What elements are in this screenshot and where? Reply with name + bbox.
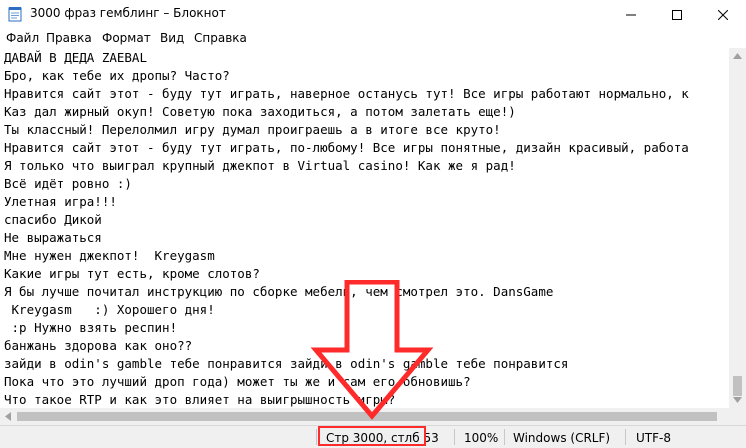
text-line: Мне нужен джекпот! Kreygasm (4, 248, 215, 263)
text-line: Ты классный! Перелолмил игру думал проиг… (4, 122, 501, 137)
scroll-left-arrow-icon[interactable] (5, 412, 11, 421)
text-line: Не выражаться (4, 230, 102, 245)
zoom-level: 100% (464, 431, 499, 445)
text-line: спасибо Дикой (4, 212, 102, 227)
status-separator (625, 429, 626, 445)
scrollbar-corner (729, 408, 746, 425)
text-line: Пока что это лучший дроп года) может ты … (4, 374, 471, 389)
text-editor[interactable]: ДАВАЙ В ДЕДА ZAEBAL Бро, как тебе их дро… (0, 48, 729, 408)
menu-help[interactable]: Справка (194, 31, 247, 45)
text-line: Нравится сайт этот - буду тут играть, по… (4, 140, 689, 155)
menu-edit[interactable]: Правка (46, 31, 92, 45)
window-title: 3000 фраз гемблинг – Блокнот (30, 6, 226, 20)
line-endings: Windows (CRLF) (513, 431, 611, 445)
text-line: ДАВАЙ В ДЕДА ZAEBAL (4, 50, 147, 65)
minimize-icon (626, 14, 636, 15)
menu-view[interactable]: Вид (160, 31, 184, 45)
text-line: Бро, как тебе их дропы? Часто? (4, 68, 230, 83)
encoding: UTF-8 (636, 431, 671, 445)
status-separator (454, 429, 455, 445)
text-line: Всё идёт ровно :) (4, 176, 132, 191)
horizontal-scrollbar[interactable] (0, 408, 729, 425)
text-line: :р Нужно взять респин! (4, 320, 178, 335)
menu-file[interactable]: Файл (6, 31, 39, 45)
minimize-button[interactable] (608, 0, 654, 29)
vertical-scroll-thumb[interactable] (733, 376, 742, 396)
text-line: Что такое RTP и как это влияет на выигры… (4, 392, 396, 407)
title-bar: 3000 фраз гемблинг – Блокнот (0, 0, 746, 29)
maximize-icon (672, 9, 682, 20)
text-line: банжань здорова как оно?? (4, 338, 193, 353)
menu-bar: Файл Правка Формат Вид Справка (0, 29, 746, 48)
text-line: Каз дал жирный окуп! Советую пока заходи… (4, 104, 516, 119)
horizontal-scroll-thumb[interactable] (17, 412, 717, 421)
notepad-icon (8, 7, 22, 22)
status-separator (504, 429, 505, 445)
maximize-button[interactable] (654, 0, 700, 29)
vertical-scrollbar[interactable] (729, 48, 746, 408)
close-icon (718, 9, 728, 20)
text-line: Я бы лучше почитал инструкцию по сборке … (4, 284, 554, 299)
text-line: Улетная игра!!! (4, 194, 117, 209)
text-line: Я только что выиграл крупный джекпот в V… (4, 158, 516, 173)
status-separator (316, 429, 317, 445)
menu-format[interactable]: Формат (102, 31, 151, 45)
text-line: Какие игры тут есть, кроме слотов? (4, 266, 260, 281)
close-button[interactable] (700, 0, 746, 29)
text-line: Kreygasm :) Хорошего дня! (4, 302, 215, 317)
scroll-down-arrow-icon[interactable] (733, 397, 742, 403)
text-line: Нравится сайт этот - буду тут играть, на… (4, 86, 689, 101)
highlight-box-annotation (318, 426, 426, 446)
scroll-up-arrow-icon[interactable] (733, 53, 742, 59)
text-line: зайди в odin's gamble тебе понравится за… (4, 356, 569, 371)
